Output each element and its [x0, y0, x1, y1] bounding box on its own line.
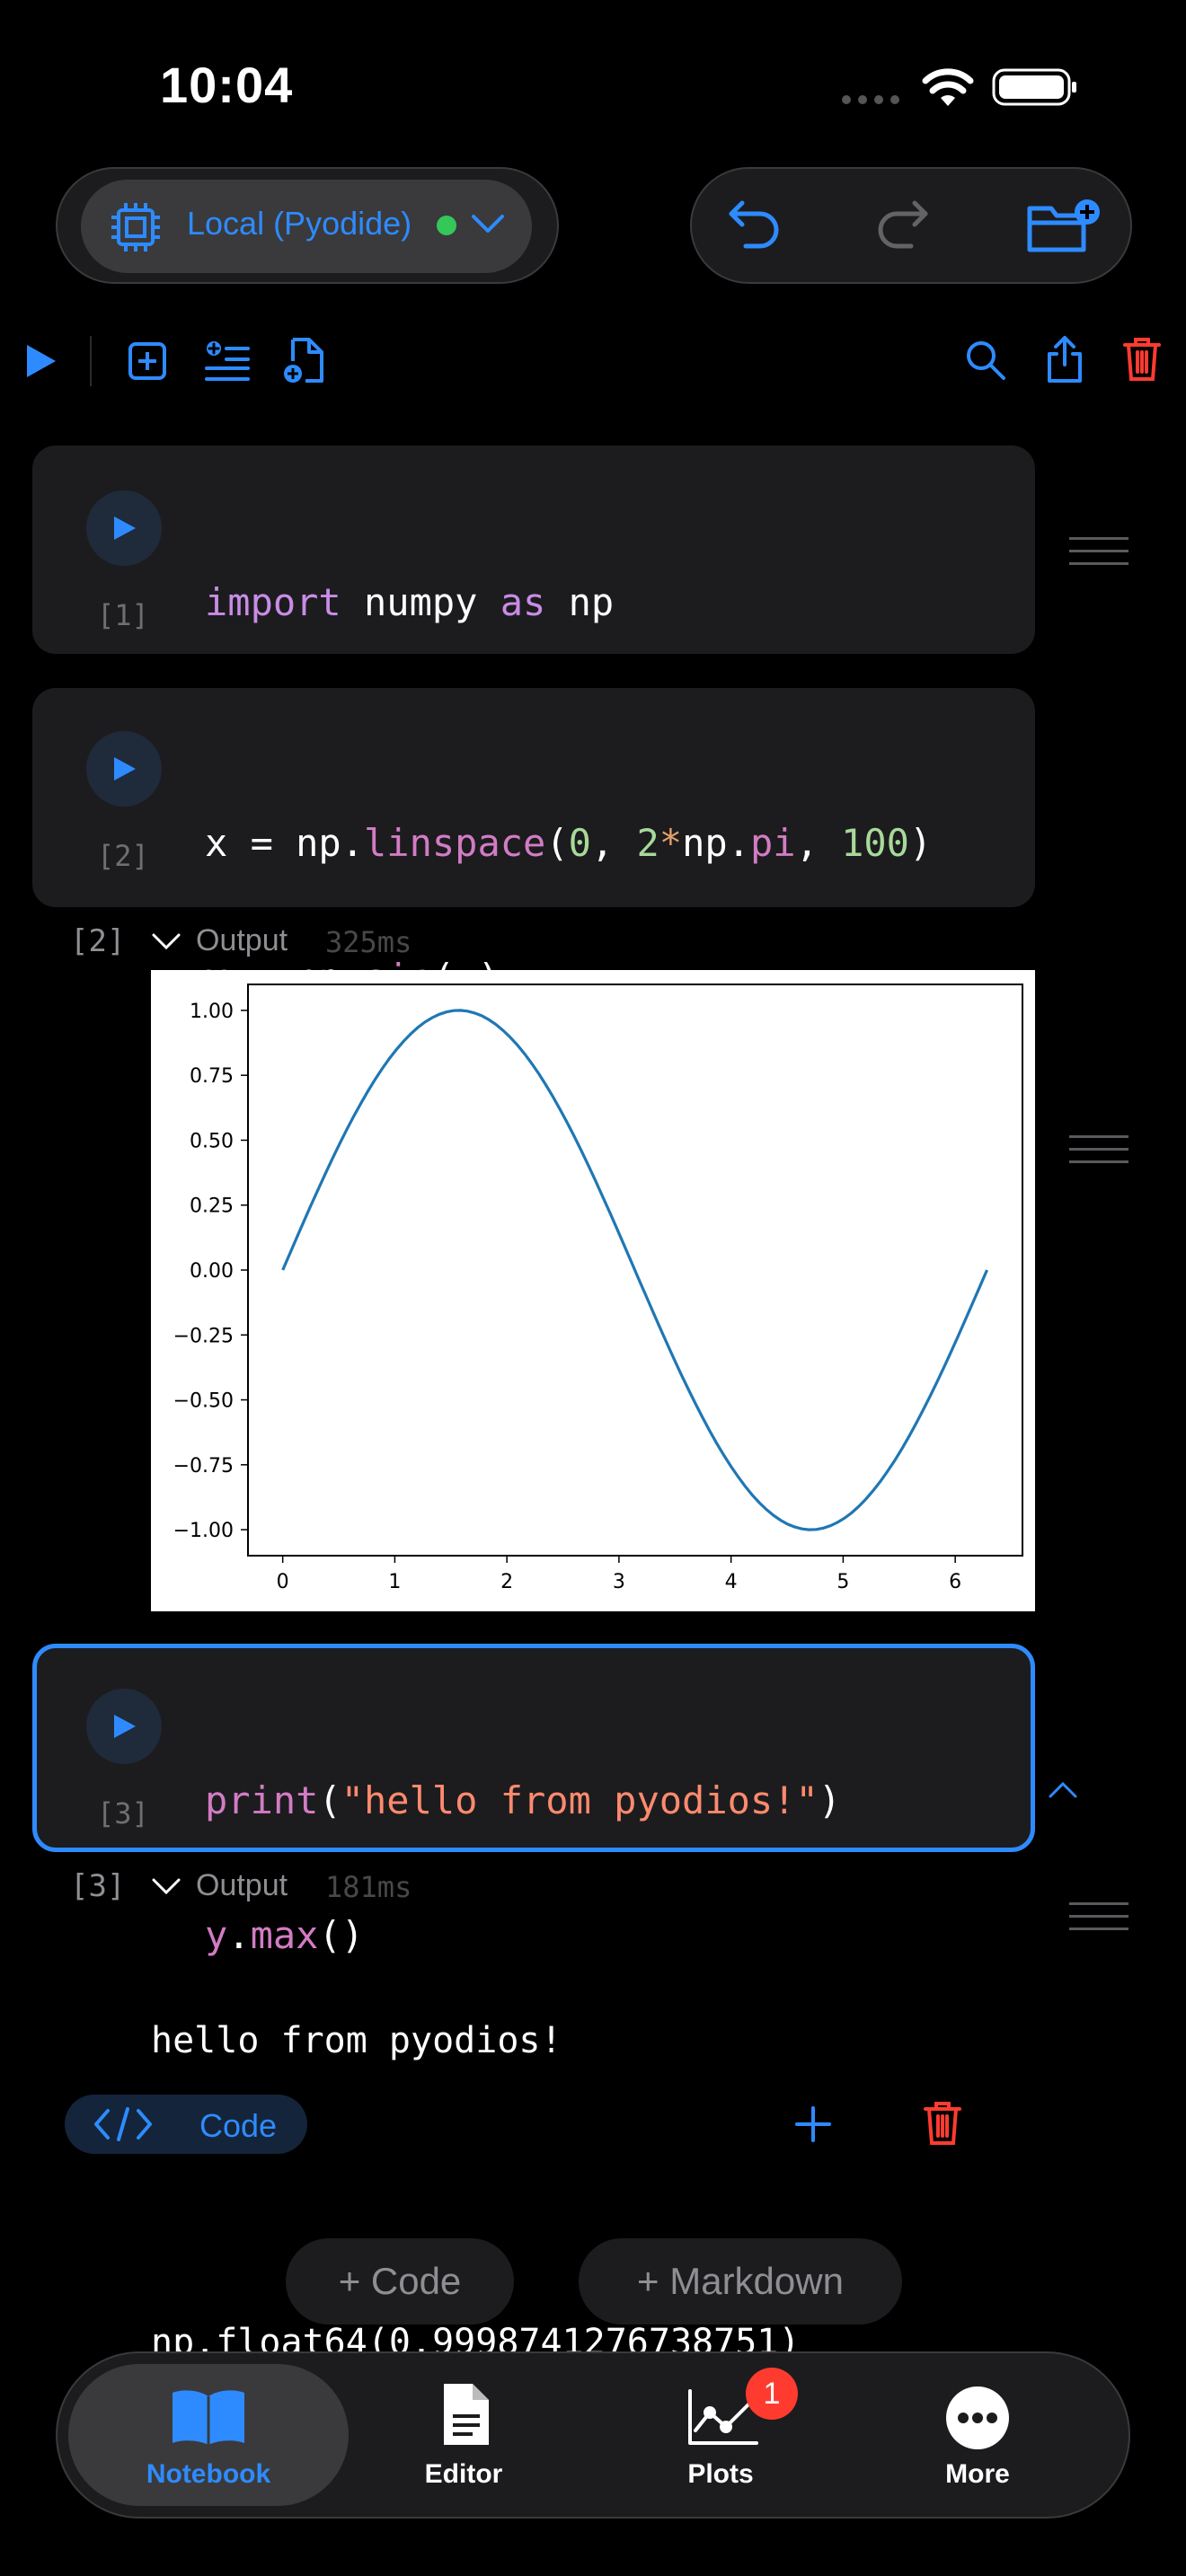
chevron-up-icon[interactable] [1048, 1780, 1078, 1800]
kernel-label: Local (Pyodide) [187, 205, 412, 242]
output-duration: 181ms [325, 1870, 412, 1904]
x-tick-label: 5 [836, 1571, 849, 1593]
trash-icon[interactable] [924, 2100, 961, 2147]
tab-label: Editor [424, 2459, 503, 2489]
drag-handle-icon[interactable] [1069, 1135, 1128, 1164]
x-tick-label: 0 [277, 1571, 289, 1593]
search-icon[interactable] [965, 340, 1006, 381]
add-markdown-button[interactable]: + Markdown [579, 2238, 902, 2325]
chevron-down-icon[interactable] [151, 931, 181, 952]
toolbar-divider [90, 336, 92, 386]
insert-below-icon[interactable] [205, 340, 250, 383]
notification-badge: 1 [746, 2368, 798, 2420]
code-line: print("hello from pyodios!") [205, 1778, 842, 1822]
output-number: [3] [70, 1868, 126, 1904]
y-tick-label: 0.00 [190, 1260, 234, 1283]
drag-handle-icon[interactable] [1069, 537, 1128, 566]
folder-add-icon[interactable] [1026, 196, 1103, 255]
output-toggle[interactable]: Output [196, 923, 288, 958]
chevron-down-icon [471, 212, 505, 235]
tab-label: More [945, 2459, 1010, 2489]
tab-notebook[interactable]: Notebook [81, 2362, 336, 2506]
x-tick-label: 6 [949, 1571, 961, 1593]
battery-icon [992, 66, 1078, 108]
tab-plots[interactable]: 1 Plots [593, 2362, 848, 2506]
status-time: 10:04 [160, 57, 294, 113]
wifi-icon [922, 66, 974, 110]
kernel-status-dot [437, 216, 456, 235]
run-all-icon[interactable] [23, 341, 59, 381]
cellular-signal-icon [841, 93, 900, 104]
y-tick-label: −0.75 [173, 1455, 234, 1478]
undo-icon[interactable] [724, 194, 783, 253]
output-duration: 325ms [325, 925, 412, 959]
trash-icon[interactable] [1123, 336, 1161, 383]
plot-output: 0 1 2 3 4 5 6 1.00 0.75 0.50 0.25 0.00 −0.25 −0.50 −0.… [151, 970, 1035, 1611]
cpu-icon [108, 199, 164, 255]
y-tick-label: −0.25 [173, 1325, 234, 1347]
y-tick-label: −1.00 [173, 1520, 234, 1542]
code-brackets-icon [93, 2105, 153, 2143]
redo-icon[interactable] [873, 194, 933, 253]
book-icon [171, 2387, 246, 2447]
tab-label: Plots [687, 2459, 754, 2489]
plus-icon[interactable] [794, 2105, 832, 2143]
tab-more[interactable]: More [850, 2362, 1105, 2506]
tab-editor[interactable]: Editor [336, 2362, 591, 2506]
output-toggle[interactable]: Output [196, 1868, 288, 1903]
output-text: hello from pyodios! np.float64(0.9998741… [151, 1915, 800, 2418]
add-code-button[interactable]: + Code [286, 2238, 514, 2325]
sine-series-line [281, 1009, 988, 1531]
code-line: x = np.linspace(0, 2*np.pi, 100) [205, 821, 933, 865]
y-tick-label: −0.50 [173, 1390, 234, 1413]
share-icon[interactable] [1046, 334, 1084, 384]
cell-number: [1] [97, 598, 149, 632]
output-number: [2] [70, 923, 126, 959]
run-cell-button[interactable] [86, 731, 162, 807]
cell-number: [3] [97, 1796, 149, 1831]
drag-handle-icon[interactable] [1069, 1902, 1128, 1931]
cell-type-label: Code [199, 2107, 278, 2144]
sine-chart: 0 1 2 3 4 5 6 1.00 0.75 0.50 0.25 0.00 −0.25 −0.50 −0.… [173, 984, 1023, 1593]
y-tick-label: 1.00 [190, 1001, 234, 1023]
y-tick-label: 0.50 [190, 1130, 234, 1152]
chevron-down-icon[interactable] [151, 1875, 181, 1897]
y-tick-label: 0.25 [190, 1195, 234, 1218]
ellipsis-icon [945, 2386, 1010, 2450]
x-tick-label: 1 [388, 1571, 401, 1593]
add-cell-icon[interactable] [128, 341, 167, 381]
cell-number: [2] [97, 839, 149, 873]
code-line: import numpy as np [205, 580, 615, 624]
x-tick-label: 4 [725, 1571, 738, 1593]
new-file-icon[interactable] [282, 336, 325, 384]
run-cell-button[interactable] [86, 490, 162, 566]
x-tick-label: 3 [613, 1571, 625, 1593]
x-tick-label: 2 [500, 1571, 513, 1593]
run-cell-button[interactable] [86, 1689, 162, 1764]
output-line: hello from pyodios! [151, 2020, 562, 2061]
y-tick-label: 0.75 [190, 1065, 234, 1088]
document-icon [440, 2382, 491, 2447]
tab-label: Notebook [146, 2459, 271, 2489]
